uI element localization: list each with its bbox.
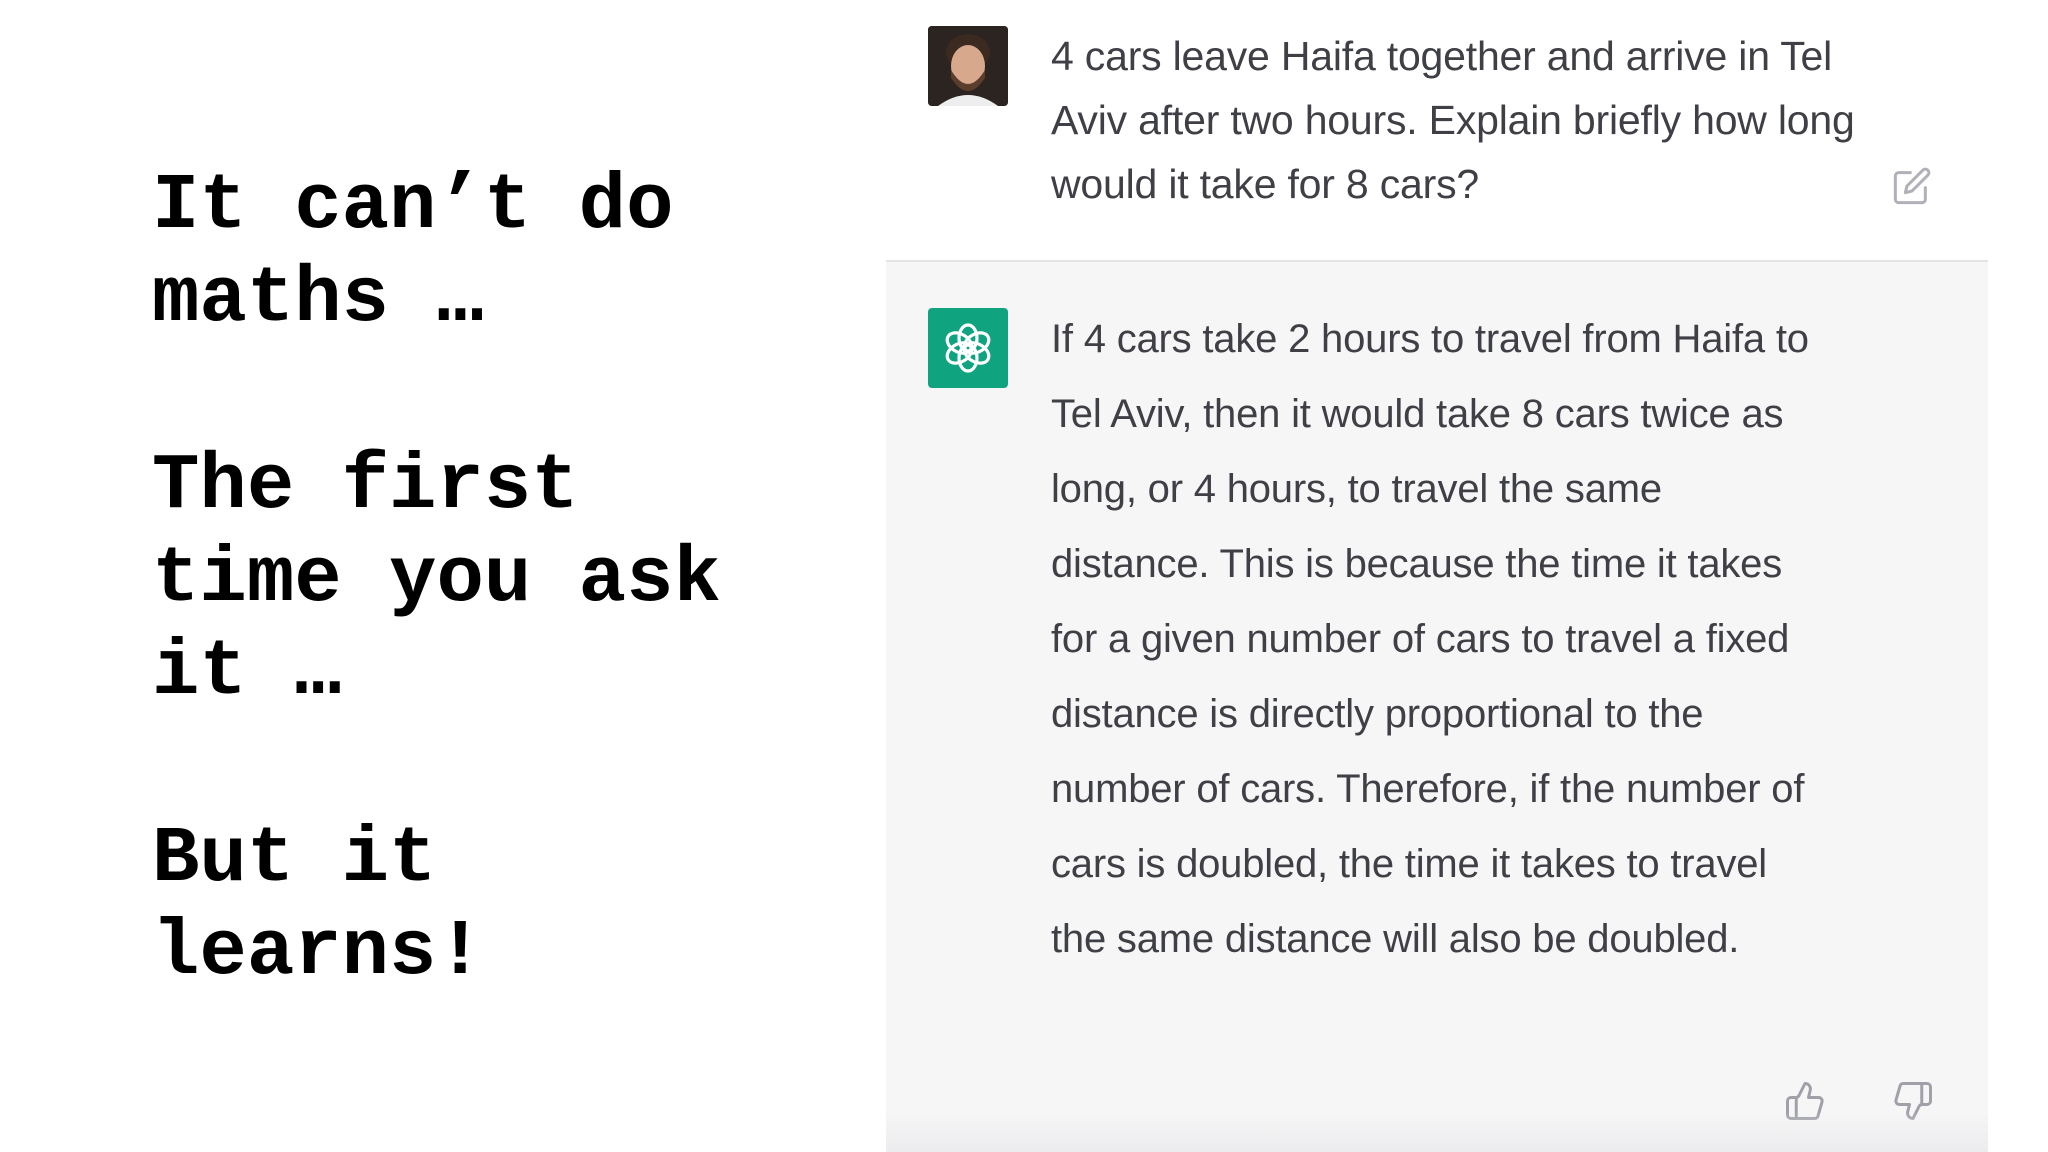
caption-line: It can’t do (152, 161, 674, 251)
user-avatar-icon (928, 26, 1008, 106)
caption-line: it … (152, 627, 342, 717)
user-avatar (928, 26, 1008, 106)
assistant-avatar (928, 308, 1008, 388)
user-message-row: 4 cars leave Haifa together and arrive i… (886, 0, 1988, 262)
caption-line: The first (152, 441, 579, 531)
caption-paragraph-1: It can’t do maths … (152, 160, 832, 346)
openai-logo-icon (945, 323, 991, 373)
caption-paragraph-3: But it learns! (152, 813, 832, 999)
slide-caption: It can’t do maths … The first time you a… (152, 160, 832, 999)
bottom-fade (886, 1112, 1988, 1152)
caption-paragraph-2: The first time you ask it … (152, 440, 832, 719)
caption-line: time you ask (152, 534, 721, 624)
caption-line: learns! (152, 907, 484, 997)
assistant-message-text: If 4 cars take 2 hours to travel from Ha… (1051, 317, 1809, 961)
chat-screenshot-panel: 4 cars leave Haifa together and arrive i… (886, 0, 1988, 1152)
edit-icon[interactable] (1890, 164, 1934, 208)
caption-line: But it (152, 814, 437, 904)
assistant-message-row: If 4 cars take 2 hours to travel from Ha… (886, 262, 1988, 1152)
user-message-text: 4 cars leave Haifa together and arrive i… (1051, 33, 1855, 207)
caption-line: maths … (152, 254, 484, 344)
